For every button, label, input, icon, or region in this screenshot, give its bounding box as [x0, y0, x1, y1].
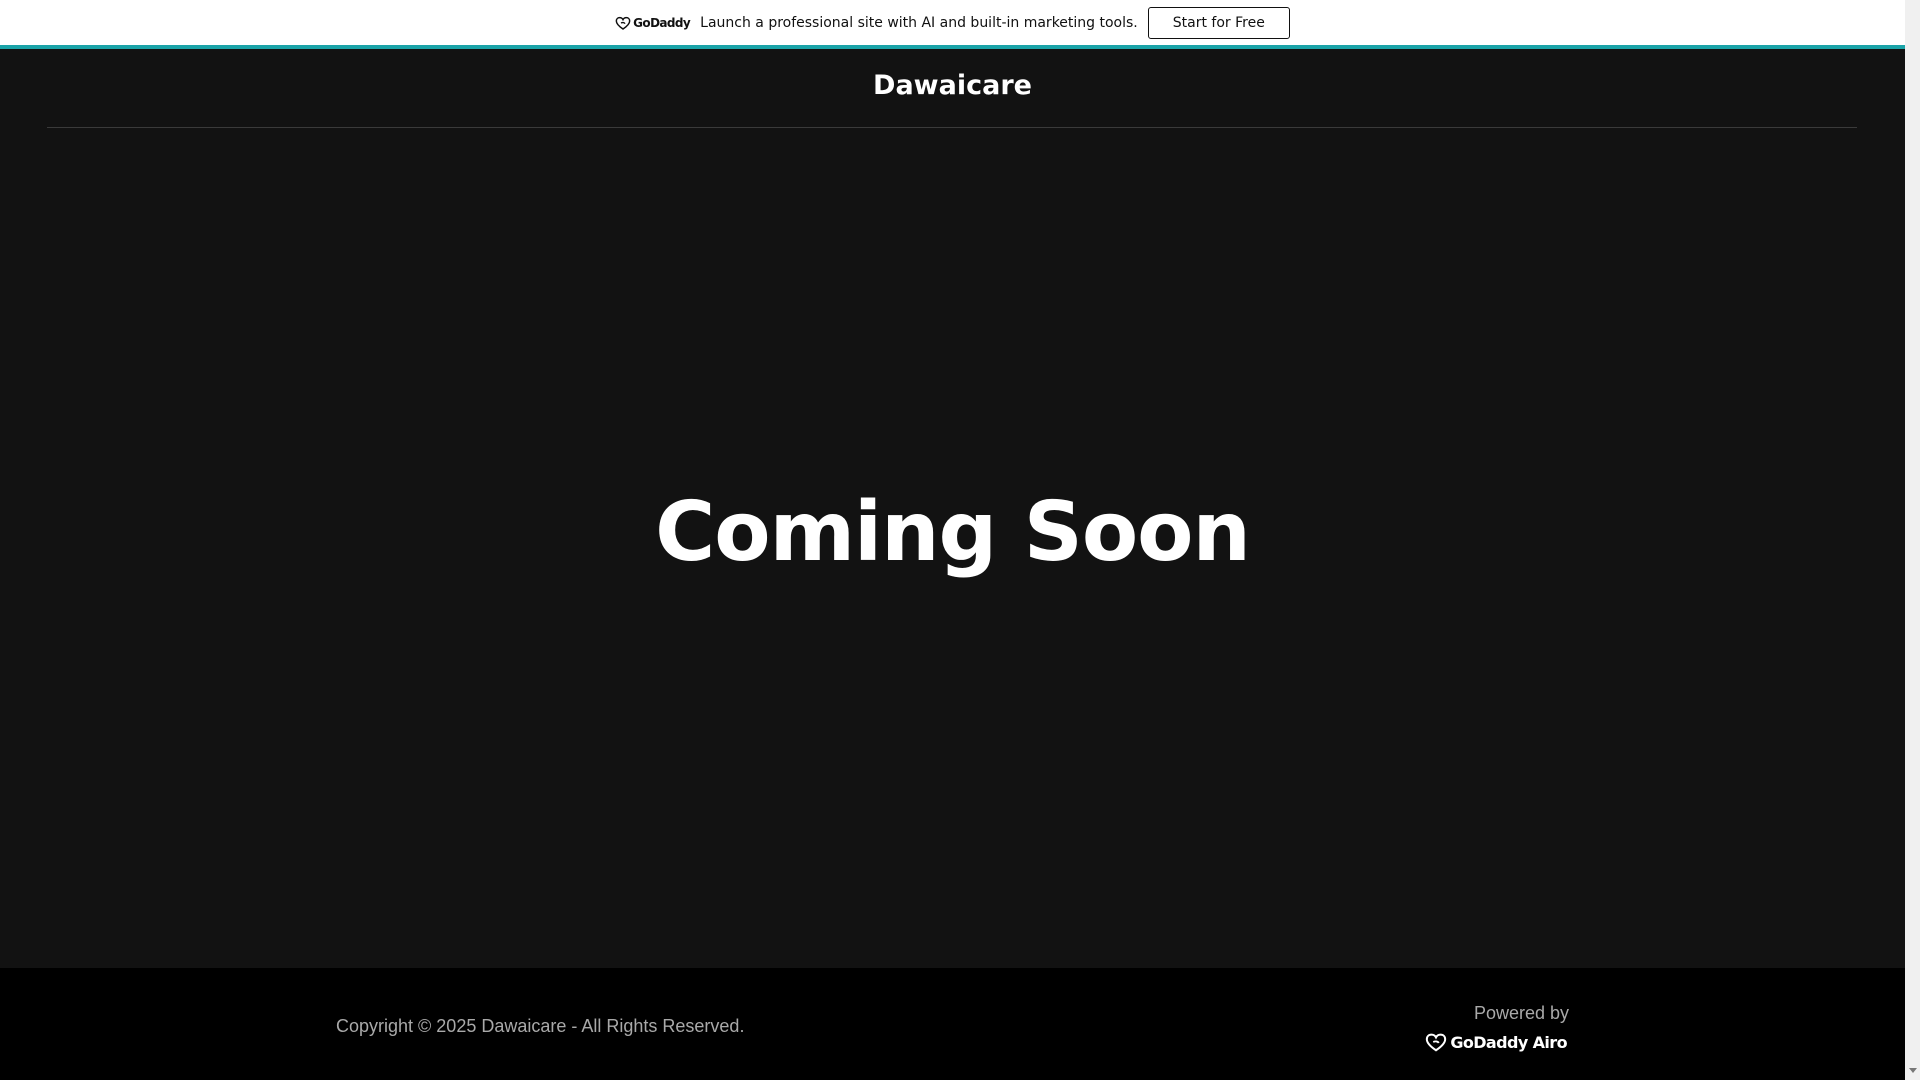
hero-title: Coming Soon [655, 485, 1251, 580]
chevron-down-icon[interactable] [1909, 1068, 1917, 1073]
godaddy-heart-icon [1426, 1033, 1447, 1052]
airo-logo-text: GoDaddy Airo [1450, 1032, 1567, 1052]
promo-banner: GoDaddy Launch a professional site with … [0, 0, 1905, 45]
header-divider [47, 127, 1857, 128]
godaddy-logo[interactable]: GoDaddy [615, 15, 691, 30]
godaddy-heart-icon [615, 16, 631, 30]
banner-accent-line [0, 45, 1905, 49]
powered-by-label: Powered by [1473, 1003, 1569, 1023]
start-for-free-button[interactable]: Start for Free [1147, 6, 1290, 39]
page: GoDaddy Launch a professional site with … [0, 0, 1905, 1080]
copyright-text: Copyright © 2025 Dawaicare - All Rights … [336, 1016, 745, 1036]
footer [0, 968, 1905, 1080]
godaddy-logo-text: GoDaddy [633, 15, 691, 30]
godaddy-airo-logo[interactable]: GoDaddy Airo [1425, 1032, 1568, 1052]
vertical-scrollbar[interactable] [1905, 0, 1920, 1080]
banner-text: Launch a professional site with AI and b… [700, 14, 1138, 31]
site-title[interactable]: Dawaicare [0, 70, 1905, 101]
